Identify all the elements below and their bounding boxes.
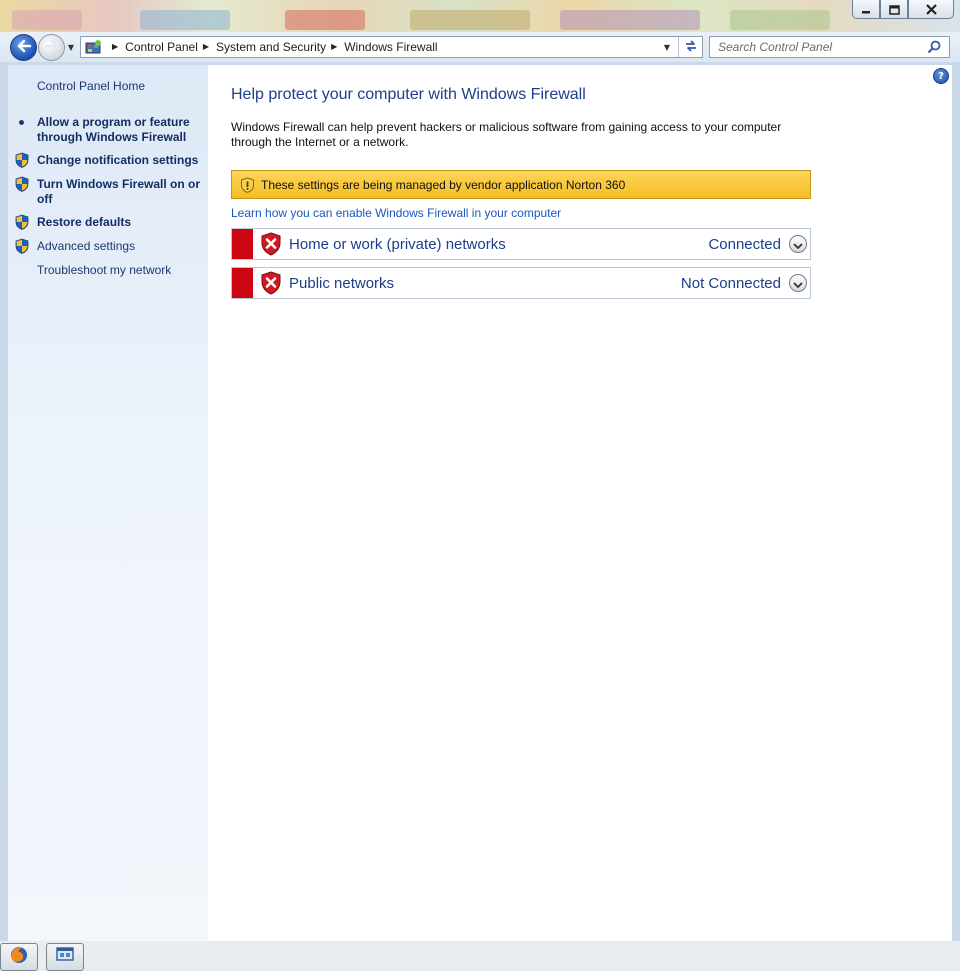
network-name: Home or work (private) networks [289,235,506,253]
control-panel-icon [81,37,107,57]
sidebar-item-advanced-settings[interactable]: Advanced settings [37,239,135,254]
background-blur [12,10,82,30]
network-row-private[interactable]: Home or work (private) networks Connecte… [231,228,811,260]
sidebar-item-change-notification-settings[interactable]: Change notification settings [37,153,198,168]
help-button[interactable]: ? [933,68,949,84]
close-button[interactable] [908,0,954,19]
sidebar-item-restore-defaults[interactable]: Restore defaults [37,215,131,230]
chevron-down-icon [793,274,803,293]
search-icon[interactable] [922,37,946,57]
search-box[interactable] [709,36,950,58]
network-row-public[interactable]: Public networks Not Connected [231,267,811,299]
window-title-bar [0,0,960,32]
page-description: Windows Firewall can help prevent hacker… [231,120,806,150]
description-line: Windows Firewall can help prevent hacker… [231,120,782,134]
maximize-icon [888,0,900,19]
help-icon: ? [938,70,944,82]
arrow-right-icon [44,38,60,57]
firewall-off-shield-icon [253,229,289,259]
vendor-warning-text: These settings are being managed by vend… [261,177,626,192]
sidebar-item-troubleshoot-network[interactable]: Troubleshoot my network [37,263,171,278]
address-bar[interactable]: ▶ Control Panel ▶ System and Security ▶ … [80,36,703,58]
background-blur [560,10,700,30]
background-blur [410,10,530,30]
main-content: ? Help protect your computer with Window… [208,65,952,941]
network-status: Not Connected [680,274,781,292]
sidebar-item-allow-program-line2[interactable]: through Windows Firewall [37,130,186,145]
control-panel-home-link[interactable]: Control Panel Home [37,79,145,94]
refresh-button[interactable] [678,37,702,57]
back-button[interactable] [10,34,37,61]
expand-button[interactable] [789,274,807,292]
search-input[interactable] [710,40,922,54]
taskbar-firefox-button[interactable] [0,943,38,971]
uac-shield-icon [15,238,29,254]
bullet-icon [19,120,24,125]
chevron-down-icon: ▼ [67,42,75,52]
page-title: Help protect your computer with Windows … [231,86,586,103]
uac-shield-icon [15,214,29,230]
expand-button[interactable] [789,235,807,253]
caption-buttons [852,0,954,20]
breadcrumb-system-and-security[interactable]: System and Security [216,40,326,54]
sidebar-item-turn-firewall-line2[interactable]: off [37,192,52,207]
close-icon [925,0,937,19]
taskbar-control-panel-button[interactable] [46,943,84,971]
breadcrumb-separator-icon[interactable]: ▶ [203,43,209,51]
background-blur [730,10,830,30]
breadcrumb-control-panel[interactable]: Control Panel [125,40,198,54]
recent-pages-dropdown[interactable]: ▼ [66,42,76,52]
task-pane: Control Panel Home Allow a program or fe… [8,65,208,941]
navigation-bar: ▼ ▶ Control Panel ▶ System and Security … [0,32,960,62]
chevron-down-icon [793,235,803,254]
refresh-icon [683,38,699,57]
forward-button[interactable] [38,34,65,61]
chevron-down-icon: ▼ [663,42,671,52]
uac-shield-icon [15,152,29,168]
sidebar-item-allow-program-line1[interactable]: Allow a program or feature [37,115,190,130]
breadcrumb-windows-firewall[interactable]: Windows Firewall [344,40,437,54]
description-line: through the Internet or a network. [231,135,409,149]
minimize-icon [861,0,871,19]
breadcrumb-separator-icon[interactable]: ▶ [112,43,118,51]
network-name: Public networks [289,274,395,292]
network-status: Connected [708,235,781,253]
vendor-warning-bar: These settings are being managed by vend… [231,170,811,199]
breadcrumb-separator-icon[interactable]: ▶ [331,43,337,51]
background-blur [140,10,230,30]
maximize-button[interactable] [880,0,908,19]
status-strip [232,229,253,259]
uac-shield-icon [15,176,29,192]
warning-shield-icon [240,176,255,193]
firewall-off-shield-icon [253,268,289,298]
learn-enable-firewall-link[interactable]: Learn how you can enable Windows Firewal… [231,206,561,220]
background-blur [285,10,365,30]
minimize-button[interactable] [852,0,880,19]
arrow-left-icon [16,38,32,57]
status-strip [232,268,253,298]
taskbar [0,941,960,971]
firefox-icon [9,945,29,969]
sidebar-item-turn-firewall-line1[interactable]: Turn Windows Firewall on or [37,177,200,192]
control-panel-window-icon [55,946,75,968]
address-history-dropdown[interactable]: ▼ [660,40,674,54]
